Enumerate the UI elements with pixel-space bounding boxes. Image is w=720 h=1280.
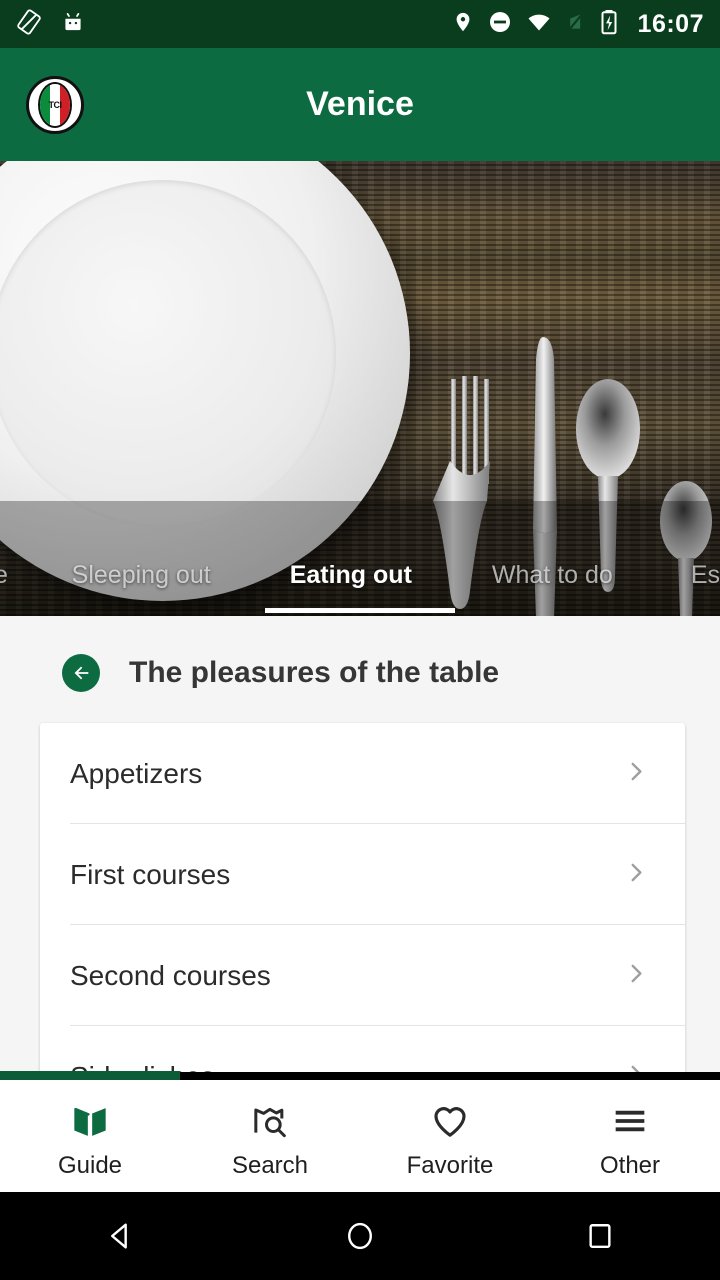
list-item[interactable]: Side dishes bbox=[40, 1026, 685, 1072]
list-item[interactable]: Appetizers bbox=[40, 723, 685, 824]
tci-logo-icon[interactable]: TCI bbox=[26, 75, 84, 134]
tab-sleeping-out[interactable]: Sleeping out bbox=[72, 561, 211, 590]
back-button[interactable] bbox=[62, 654, 100, 692]
do-not-disturb-icon bbox=[488, 10, 512, 39]
tab-strip: e Sleeping out Eating out What to do Es bbox=[0, 561, 720, 590]
page-title: Venice bbox=[306, 85, 414, 123]
triangle-left-icon bbox=[111, 1223, 127, 1249]
app-bar: TCI Venice bbox=[0, 48, 720, 161]
square-icon bbox=[589, 1224, 611, 1248]
nav-item-search[interactable]: Search bbox=[180, 1080, 360, 1192]
list-item-label: First courses bbox=[70, 858, 231, 890]
heart-icon bbox=[428, 1098, 472, 1144]
nav-label-favorite: Favorite bbox=[406, 1152, 494, 1179]
battery-charging-icon bbox=[600, 9, 618, 40]
nav-item-other[interactable]: Other bbox=[540, 1080, 720, 1192]
status-bar-clock: 16:07 bbox=[637, 9, 704, 38]
section-title: The pleasures of the table bbox=[129, 656, 500, 689]
tab-partial-left[interactable]: e bbox=[0, 561, 16, 590]
logo-text: TCI bbox=[48, 99, 63, 110]
map-search-icon bbox=[248, 1098, 292, 1144]
section-header: The pleasures of the table bbox=[0, 616, 720, 692]
android-home-button[interactable] bbox=[320, 1206, 400, 1266]
status-bar-right-icons: 16:07 bbox=[452, 9, 704, 40]
list-item[interactable]: First courses bbox=[40, 824, 685, 925]
arrow-left-icon bbox=[74, 666, 89, 680]
android-navigation-bar bbox=[0, 1192, 720, 1280]
nav-label-other: Other bbox=[599, 1152, 661, 1179]
hamburger-menu-icon bbox=[608, 1098, 652, 1144]
nav-item-favorite[interactable]: Favorite bbox=[360, 1080, 540, 1192]
screen-rotation-icon bbox=[16, 8, 42, 40]
android-head-icon bbox=[60, 9, 86, 40]
chevron-right-icon bbox=[623, 857, 649, 892]
location-pin-icon bbox=[452, 10, 474, 39]
chevron-right-icon bbox=[623, 958, 649, 993]
tab-bar: e Sleeping out Eating out What to do Es bbox=[0, 530, 720, 616]
tab-partial-right[interactable]: Es bbox=[691, 561, 720, 590]
android-back-button[interactable] bbox=[80, 1206, 160, 1266]
nav-item-guide[interactable]: Guide bbox=[0, 1080, 180, 1192]
content-area: The pleasures of the table Appetizers Fi… bbox=[0, 616, 720, 1072]
hero-image: e Sleeping out Eating out What to do Es bbox=[0, 161, 720, 616]
tab-eating-out[interactable]: Eating out bbox=[290, 561, 412, 590]
tab-indicator bbox=[265, 608, 455, 613]
android-recents-button[interactable] bbox=[560, 1206, 640, 1266]
green-progress-bar bbox=[0, 1071, 180, 1080]
status-bar-left-icons bbox=[16, 8, 86, 40]
chevron-right-icon bbox=[623, 756, 649, 791]
nav-label-search: Search bbox=[231, 1152, 309, 1179]
phone-screen: 16:07 TCI Venice e Sleeping out Eating o… bbox=[0, 0, 720, 1280]
list-item-label: Appetizers bbox=[70, 757, 203, 789]
mobile-signal-off-icon bbox=[566, 10, 586, 39]
chevron-right-icon bbox=[623, 1059, 649, 1072]
circle-icon bbox=[348, 1222, 372, 1250]
tab-what-to-do[interactable]: What to do bbox=[492, 561, 613, 590]
status-bar: 16:07 bbox=[0, 0, 720, 48]
book-icon bbox=[68, 1098, 112, 1144]
bottom-navigation: Guide Search Favorite Other bbox=[0, 1080, 720, 1192]
list-item[interactable]: Second courses bbox=[40, 925, 685, 1026]
wifi-icon bbox=[526, 10, 552, 39]
category-list-card: Appetizers First courses Second courses bbox=[40, 723, 685, 1072]
nav-label-guide: Guide bbox=[57, 1152, 123, 1179]
italian-flag-oval: TCI bbox=[38, 81, 72, 128]
list-item-label: Second courses bbox=[70, 959, 271, 991]
